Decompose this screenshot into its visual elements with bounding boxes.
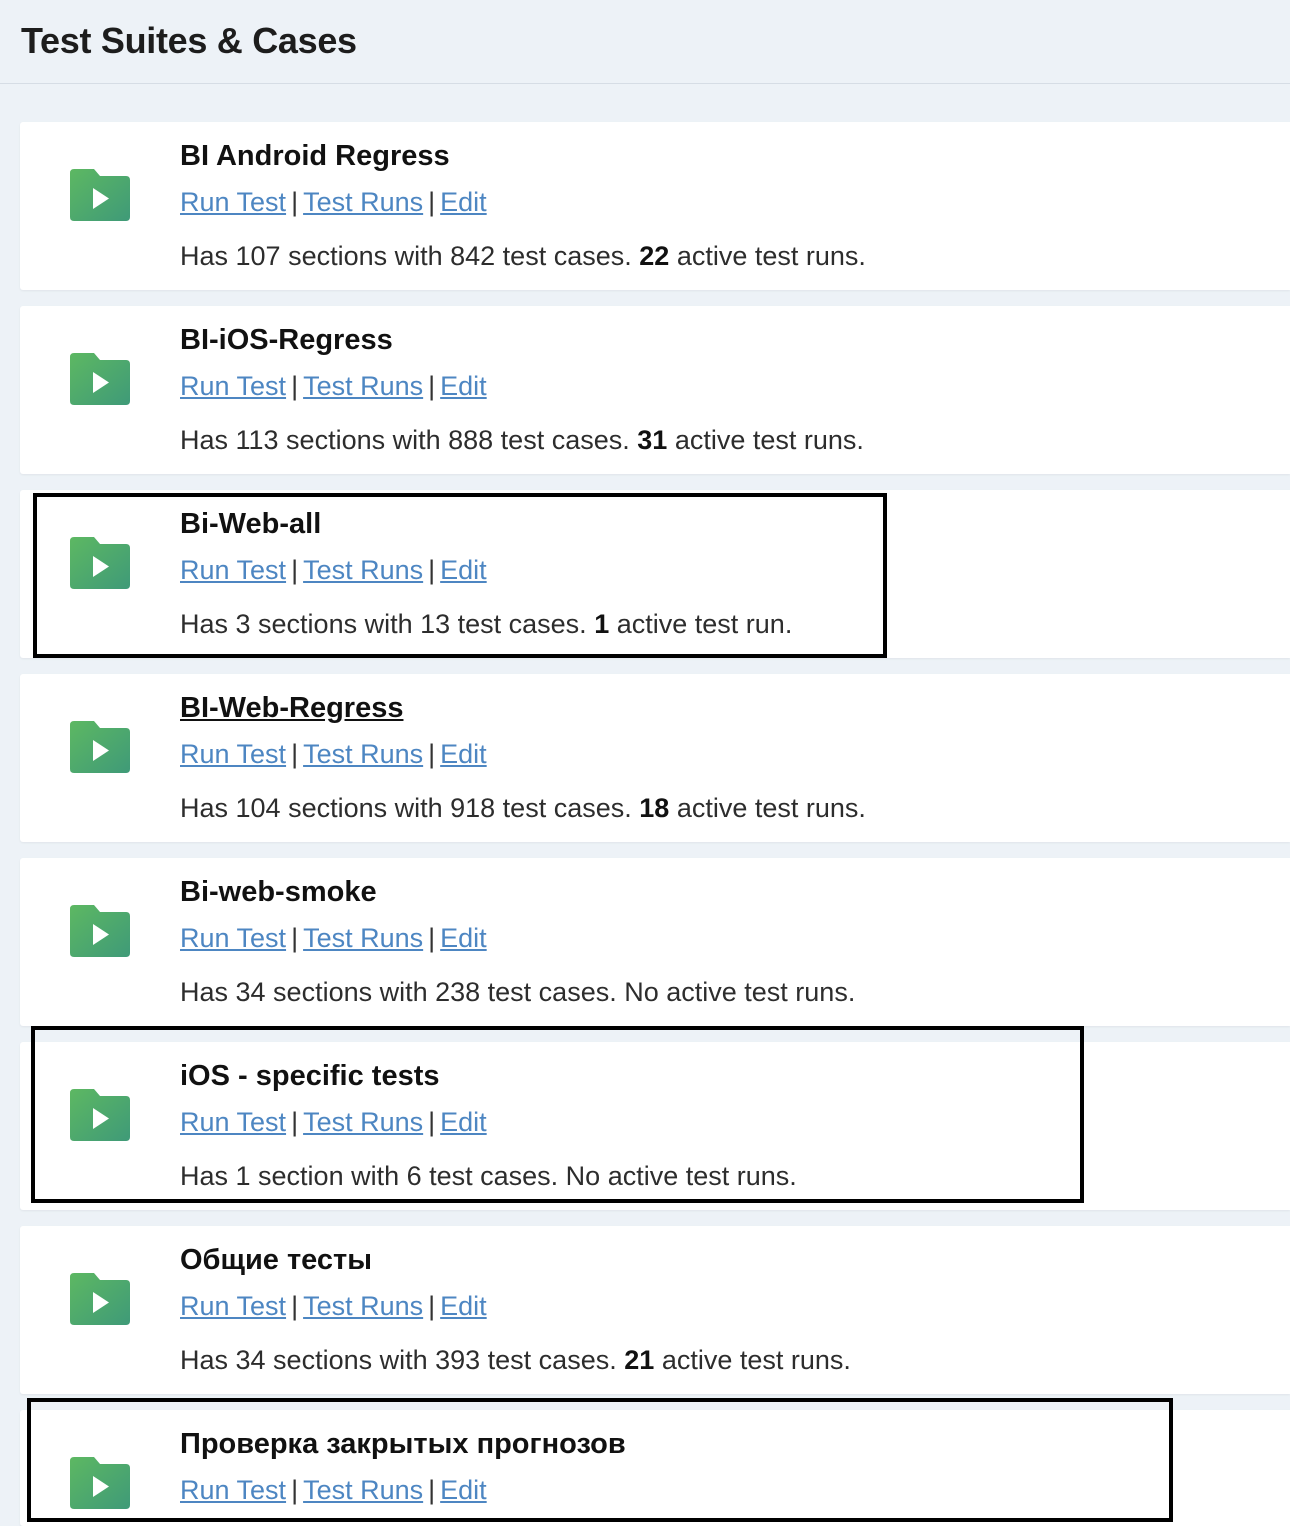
link-separator: |	[428, 1107, 436, 1137]
test-runs-link[interactable]: Test Runs	[303, 1475, 423, 1505]
folder-play-icon[interactable]	[70, 1457, 130, 1509]
active-run-count: 31	[637, 425, 668, 455]
suite-description: Has 34 sections with 393 test cases. 21 …	[180, 1341, 851, 1379]
suite-card: BI Android Regress Run Test | Test Runs | Ed…	[20, 122, 1290, 290]
page-header: Test Suites & Cases	[0, 0, 1290, 84]
suite-description: Has 3 sections with 13 test cases. 1 act…	[180, 605, 792, 643]
run-test-link[interactable]: Run Test	[180, 187, 286, 217]
link-separator: |	[291, 1475, 299, 1505]
suite-card: Общие тесты Run Test | Test Runs | Edit Has …	[20, 1226, 1290, 1394]
suite-actions: Run Test | Test Runs | Edit	[180, 183, 487, 221]
active-run-count: 1	[594, 609, 610, 639]
suite-card: Bi-web-smoke Run Test | Test Runs | Edit Has…	[20, 858, 1290, 1026]
folder-play-icon[interactable]	[70, 1273, 130, 1325]
edit-link[interactable]: Edit	[440, 555, 487, 585]
desc-text: Has 107 sections with 842 test cases.	[180, 241, 632, 271]
folder-play-icon[interactable]	[70, 721, 130, 773]
desc-suffix: active test runs.	[676, 793, 866, 823]
edit-link[interactable]: Edit	[440, 1291, 487, 1321]
suite-title-link[interactable]: Bi-web-smoke	[180, 872, 377, 912]
suite-title-link[interactable]: Bi-Web-all	[180, 504, 321, 544]
desc-text: Has 104 sections with 918 test cases.	[180, 793, 632, 823]
link-separator: |	[291, 739, 299, 769]
run-test-link[interactable]: Run Test	[180, 1291, 286, 1321]
test-runs-link[interactable]: Test Runs	[303, 1107, 423, 1137]
edit-link[interactable]: Edit	[440, 739, 487, 769]
desc-suffix: active test runs.	[661, 1345, 851, 1375]
suite-actions: Run Test | Test Runs | Edit	[180, 1471, 487, 1509]
suite-description: Has 34 sections with 238 test cases. No …	[180, 973, 855, 1011]
run-test-link[interactable]: Run Test	[180, 1475, 286, 1505]
desc-suffix: active test runs.	[676, 241, 866, 271]
link-separator: |	[428, 371, 436, 401]
edit-link[interactable]: Edit	[440, 1475, 487, 1505]
test-runs-link[interactable]: Test Runs	[303, 555, 423, 585]
suite-title-link[interactable]: BI Android Regress	[180, 136, 450, 176]
desc-text: Has 34 sections with 393 test cases.	[180, 1345, 617, 1375]
desc-suffix: active test runs.	[674, 425, 864, 455]
link-separator: |	[428, 1475, 436, 1505]
link-separator: |	[291, 187, 299, 217]
link-separator: |	[291, 1107, 299, 1137]
desc-text: Has 1 section with 6 test cases. No acti…	[180, 1161, 797, 1191]
suite-actions: Run Test | Test Runs | Edit	[180, 919, 487, 957]
suite-actions: Run Test | Test Runs | Edit	[180, 735, 487, 773]
folder-play-icon[interactable]	[70, 1089, 130, 1141]
suite-title-link[interactable]: BI-iOS-Regress	[180, 320, 393, 360]
active-run-count: 18	[639, 793, 670, 823]
suite-actions: Run Test | Test Runs | Edit	[180, 551, 487, 589]
folder-play-icon[interactable]	[70, 353, 130, 405]
edit-link[interactable]: Edit	[440, 923, 487, 953]
page-title: Test Suites & Cases	[21, 20, 357, 61]
test-runs-link[interactable]: Test Runs	[303, 923, 423, 953]
suite-description: Has 1 section with 6 test cases. No acti…	[180, 1157, 797, 1195]
edit-link[interactable]: Edit	[440, 187, 487, 217]
suite-title-link[interactable]: iOS - specific tests	[180, 1056, 440, 1096]
link-separator: |	[291, 923, 299, 953]
link-separator: |	[428, 739, 436, 769]
link-separator: |	[291, 555, 299, 585]
suite-list: BI Android Regress Run Test | Test Runs | Ed…	[0, 84, 1290, 1526]
run-test-link[interactable]: Run Test	[180, 555, 286, 585]
folder-play-icon[interactable]	[70, 169, 130, 221]
suite-description: Has 113 sections with 888 test cases. 31…	[180, 421, 864, 459]
suite-card: BI-iOS-Regress Run Test | Test Runs | Edit H…	[20, 306, 1290, 474]
test-runs-link[interactable]: Test Runs	[303, 371, 423, 401]
suite-actions: Run Test | Test Runs | Edit	[180, 1287, 487, 1325]
run-test-link[interactable]: Run Test	[180, 371, 286, 401]
run-test-link[interactable]: Run Test	[180, 1107, 286, 1137]
desc-suffix: active test run.	[616, 609, 793, 639]
suite-description: Has 104 sections with 918 test cases. 18…	[180, 789, 866, 827]
suite-title-link[interactable]: Общие тесты	[180, 1240, 372, 1280]
desc-text: Has 113 sections with 888 test cases.	[180, 425, 630, 455]
link-separator: |	[428, 187, 436, 217]
edit-link[interactable]: Edit	[440, 1107, 487, 1137]
suite-title-link[interactable]: BI-Web-Regress	[180, 688, 403, 728]
suite-card: Bi-Web-all Run Test | Test Runs | Edit Has 3…	[20, 490, 1290, 658]
suite-title-link[interactable]: Проверка закрытых прогнозов	[180, 1424, 626, 1464]
test-runs-link[interactable]: Test Runs	[303, 739, 423, 769]
desc-text: Has 3 sections with 13 test cases.	[180, 609, 587, 639]
folder-play-icon[interactable]	[70, 905, 130, 957]
link-separator: |	[428, 923, 436, 953]
test-runs-link[interactable]: Test Runs	[303, 1291, 423, 1321]
desc-text: Has 34 sections with 238 test cases. No …	[180, 977, 856, 1007]
link-separator: |	[291, 371, 299, 401]
suite-card: Проверка закрытых прогнозов Run Test | Tes…	[20, 1410, 1290, 1526]
active-run-count: 22	[639, 241, 670, 271]
link-separator: |	[428, 1291, 436, 1321]
active-run-count: 21	[624, 1345, 655, 1375]
run-test-link[interactable]: Run Test	[180, 739, 286, 769]
suite-description: Has 107 sections with 842 test cases. 22…	[180, 237, 866, 275]
run-test-link[interactable]: Run Test	[180, 923, 286, 953]
suite-card: iOS - specific tests Run Test | Test Runs |…	[20, 1042, 1290, 1210]
suite-card: BI-Web-Regress Run Test | Test Runs | Edit H…	[20, 674, 1290, 842]
link-separator: |	[428, 555, 436, 585]
link-separator: |	[291, 1291, 299, 1321]
suite-actions: Run Test | Test Runs | Edit	[180, 1103, 487, 1141]
suite-actions: Run Test | Test Runs | Edit	[180, 367, 487, 405]
test-runs-link[interactable]: Test Runs	[303, 187, 423, 217]
folder-play-icon[interactable]	[70, 537, 130, 589]
edit-link[interactable]: Edit	[440, 371, 487, 401]
